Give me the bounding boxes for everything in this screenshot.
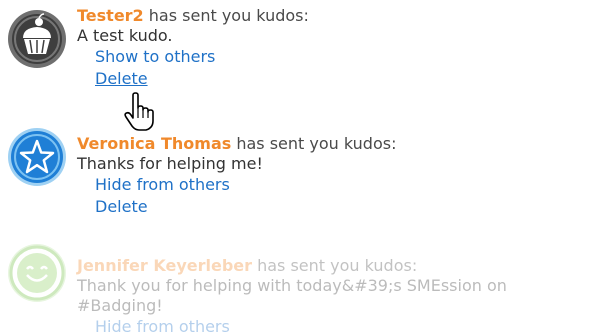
hide-from-others-link[interactable]: Hide from others [95,174,230,196]
kudo-header: Tester2 has sent you kudos: [77,6,611,26]
kudo-message: A test kudo. [77,26,173,45]
kudo-message-line: Thank you for helping with today&#39;s S… [77,276,507,295]
delete-link[interactable]: Delete [95,68,148,90]
kudo-item: Tester2 has sent you kudos: A test kudo.… [0,6,611,116]
kudo-item: Veronica Thomas has sent you kudos: Than… [0,126,611,226]
kudo-message-line: #Badging! [77,296,163,315]
sender-name[interactable]: Tester2 [77,6,144,25]
kudo-message: Thanks for helping me! [77,154,263,173]
kudo-header: Jennifer Keyerleber has sent you kudos: [77,256,611,276]
smiley-icon [6,242,68,304]
kudo-header-suffix: has sent you kudos: [231,134,397,153]
sender-name[interactable]: Veronica Thomas [77,134,231,153]
kudo-header-suffix: has sent you kudos: [252,256,418,275]
show-to-others-link[interactable]: Show to others [95,46,215,68]
hide-from-others-link[interactable]: Hide from others [95,316,230,332]
kudos-list: Tester2 has sent you kudos: A test kudo.… [0,0,611,332]
star-icon [6,126,68,188]
kudo-item: Jennifer Keyerleber has sent you kudos: … [0,238,611,332]
kudo-header: Veronica Thomas has sent you kudos: [77,134,611,154]
sender-name[interactable]: Jennifer Keyerleber [77,256,252,275]
kudo-header-suffix: has sent you kudos: [143,6,309,25]
cupcake-icon [6,8,68,70]
delete-link[interactable]: Delete [95,196,148,218]
